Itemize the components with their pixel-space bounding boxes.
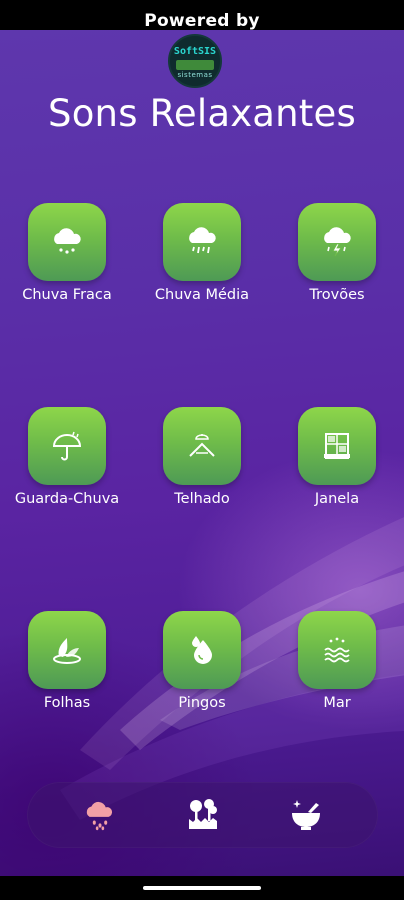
logo-brand-text: SoftSIS xyxy=(173,46,217,57)
softsis-logo: SoftSIS sistemas xyxy=(168,34,222,88)
powered-by-label: Powered by xyxy=(144,11,260,31)
sea-icon xyxy=(324,637,350,663)
sound-label: Chuva Média xyxy=(154,287,250,303)
leaves-icon xyxy=(53,638,81,664)
page-title: Sons Relaxantes xyxy=(48,92,356,135)
mortar-pestle-icon xyxy=(292,800,320,830)
sound-button-guarda-chuva[interactable]: Guarda-Chuva xyxy=(2,407,132,507)
sound-label: Janela xyxy=(314,491,360,507)
nature-icon xyxy=(189,799,217,829)
app-screen: SoftSIS sistemas Sons Relaxantes Chuva F… xyxy=(0,30,404,876)
sound-button-telhado[interactable]: Telhado xyxy=(137,407,267,507)
sound-button-chuva-fraca[interactable]: Chuva Fraca xyxy=(2,203,132,303)
sound-label: Trovões xyxy=(309,287,365,303)
status-bar: Powered by xyxy=(0,0,404,31)
thunder-cloud-icon xyxy=(324,227,351,257)
sound-button-pingos[interactable]: Pingos xyxy=(137,611,267,711)
sound-button-mar[interactable]: Mar xyxy=(272,611,402,711)
sound-button-chuva-media[interactable]: Chuva Média xyxy=(137,203,267,303)
sound-label: Pingos xyxy=(178,695,226,711)
bottom-nav xyxy=(27,782,378,848)
umbrella-icon xyxy=(52,431,82,461)
drops-icon xyxy=(192,636,212,664)
sound-button-folhas[interactable]: Folhas xyxy=(2,611,132,711)
nav-rain-sounds[interactable] xyxy=(70,790,130,840)
sound-button-trovoes[interactable]: Trovões xyxy=(272,203,402,303)
logo-subtext: sistemas xyxy=(177,71,213,79)
window-icon xyxy=(324,433,350,459)
sound-label: Guarda-Chuva xyxy=(14,491,120,507)
nav-nature-sounds[interactable] xyxy=(173,790,233,840)
sound-label: Telhado xyxy=(174,491,230,507)
sound-button-janela[interactable]: Janela xyxy=(272,407,402,507)
roof-icon xyxy=(189,434,215,457)
light-rain-cloud-icon xyxy=(54,228,81,254)
sound-label: Mar xyxy=(323,695,351,711)
nav-meditation-sounds[interactable] xyxy=(276,790,336,840)
sound-label: Chuva Fraca xyxy=(22,287,112,303)
sound-label: Folhas xyxy=(43,695,91,711)
home-indicator[interactable] xyxy=(143,886,261,890)
system-navigation-bar xyxy=(0,876,404,900)
medium-rain-cloud-icon xyxy=(189,227,216,254)
rain-cloud-icon xyxy=(86,801,113,831)
